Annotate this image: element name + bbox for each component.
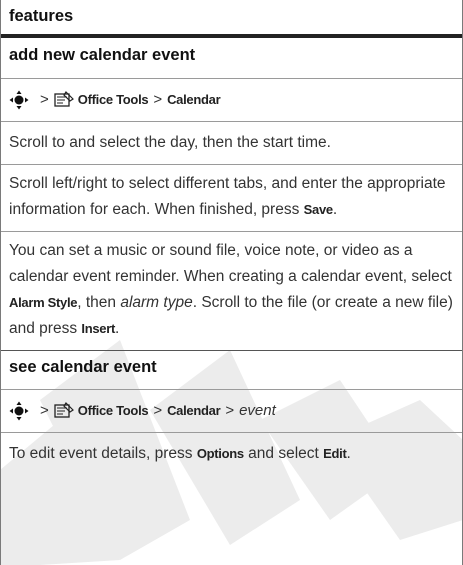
menu-path: > Office Tools > Calendar > event	[0, 390, 463, 432]
path-event: event	[239, 402, 276, 419]
path-separator: >	[40, 402, 49, 419]
paragraph-edit: To edit event details, press	[9, 445, 197, 462]
section-title-see-event: see calendar event	[9, 358, 157, 376]
paragraph-reminder-mid: , then	[77, 294, 121, 311]
menu-path: > Office Tools > Calendar	[0, 79, 463, 121]
nav-key-icon	[9, 90, 29, 110]
path-separator: >	[153, 402, 163, 419]
option-edit: Edit	[323, 446, 347, 461]
path-office-tools: Office Tools	[77, 403, 149, 418]
features-table: features add new calendar event > Office…	[0, 0, 463, 475]
path-separator: >	[153, 91, 163, 108]
path-office-tools: Office Tools	[77, 92, 149, 107]
left-border	[0, 0, 1, 565]
paragraph-select-day: Scroll to and select the day, then the s…	[9, 134, 331, 151]
path-separator: >	[225, 402, 235, 419]
instruction-text: Scroll left/right to select different ta…	[0, 165, 463, 231]
section-title-add-event: add new calendar event	[9, 46, 196, 64]
instruction-text: Scroll to and select the day, then the s…	[0, 122, 463, 164]
manual-page: features add new calendar event > Office…	[0, 0, 463, 565]
path-calendar: Calendar	[167, 92, 221, 107]
key-save: Save	[303, 202, 333, 217]
option-alarm-style: Alarm Style	[9, 295, 78, 310]
path-calendar: Calendar	[167, 403, 221, 418]
punctuation: .	[332, 201, 338, 218]
instruction-text: You can set a music or sound file, voice…	[0, 232, 463, 350]
key-insert: Insert	[81, 321, 115, 336]
paragraph-edit-mid: and select	[243, 445, 324, 462]
option-alarm-type: alarm type	[120, 294, 193, 311]
office-tools-icon	[54, 91, 74, 107]
path-separator: >	[40, 91, 49, 108]
punctuation: .	[346, 445, 351, 462]
instruction-text: To edit event details, press Options and…	[0, 433, 463, 475]
nav-key-icon	[9, 401, 29, 421]
punctuation: .	[115, 320, 120, 337]
key-options: Options	[196, 446, 244, 461]
paragraph-tabs: Scroll left/right to select different ta…	[9, 175, 446, 218]
paragraph-reminder: You can set a music or sound file, voice…	[9, 242, 452, 285]
header-title: features	[9, 7, 74, 25]
table-header: features	[0, 0, 463, 38]
office-tools-icon	[54, 402, 74, 418]
